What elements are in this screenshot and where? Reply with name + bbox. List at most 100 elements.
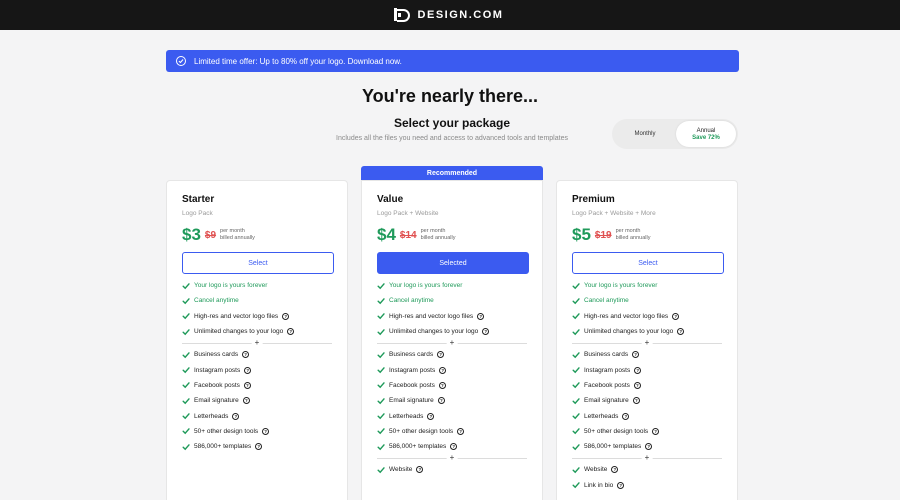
select-premium-button[interactable]: Select: [572, 252, 724, 274]
check-icon: [572, 328, 580, 336]
feature-item: Facebook posts?: [377, 378, 527, 393]
check-icon: [377, 366, 385, 374]
feature-item: Your logo is yours forever: [572, 278, 722, 293]
billing-option-monthly[interactable]: Monthly: [614, 121, 676, 147]
billing-note-line1: per month: [220, 228, 245, 235]
check-icon: [572, 427, 580, 435]
feature-divider: +: [572, 454, 722, 463]
feature-item: Unlimited changes to your logo?: [572, 324, 722, 339]
check-circle-icon: [176, 56, 186, 66]
feature-item: Instagram posts?: [182, 362, 332, 377]
plan-old-price: $19: [594, 229, 612, 241]
info-icon[interactable]: ?: [632, 397, 640, 405]
feature-label: Unlimited changes to your logo: [389, 328, 479, 336]
offer-banner[interactable]: Limited time offer: Up to 80% off your l…: [166, 50, 739, 72]
feature-item: High-res and vector logo files?: [572, 309, 722, 324]
billing-toggle[interactable]: Monthly Annual Save 72%: [612, 119, 738, 149]
info-icon[interactable]: ?: [437, 397, 445, 405]
info-icon[interactable]: ?: [622, 412, 630, 420]
info-icon[interactable]: ?: [438, 381, 446, 389]
info-icon[interactable]: ?: [437, 351, 445, 359]
check-icon: [572, 397, 580, 405]
feature-label: Link in bio: [584, 481, 614, 489]
feature-label: Email signature: [389, 397, 434, 405]
info-icon[interactable]: ?: [243, 381, 251, 389]
feature-item: Business cards?: [182, 347, 332, 362]
plan-price-row: $4 $14 per month billed annually: [377, 224, 527, 246]
plan-price: $3: [182, 225, 201, 244]
feature-item: 50+ other design tools?: [572, 424, 722, 439]
info-icon[interactable]: ?: [477, 312, 485, 320]
info-icon[interactable]: ?: [482, 328, 490, 336]
feature-label: Unlimited changes to your logo: [194, 328, 284, 336]
feature-label: Instagram posts: [584, 366, 631, 374]
check-icon: [182, 427, 190, 435]
feature-item: Instagram posts?: [377, 362, 527, 377]
feature-divider: +: [182, 339, 332, 348]
billing-option-annual-label: Annual: [696, 127, 716, 134]
billing-option-monthly-label: Monthly: [634, 131, 656, 137]
feature-label: Letterheads: [389, 412, 424, 420]
billing-note-line2: billed annually: [420, 235, 456, 241]
select-value-button[interactable]: Selected: [377, 252, 529, 274]
info-icon[interactable]: ?: [634, 366, 642, 374]
check-icon: [572, 412, 580, 420]
info-icon[interactable]: ?: [633, 381, 641, 389]
billing-option-annual[interactable]: Annual Save 72%: [676, 121, 736, 147]
feature-item: 586,000+ templates?: [572, 439, 722, 454]
info-icon[interactable]: ?: [632, 351, 640, 359]
info-icon[interactable]: ?: [450, 443, 458, 451]
feature-list: Your logo is yours forever Cancel anytime…: [182, 278, 332, 454]
info-icon[interactable]: ?: [439, 366, 447, 374]
feature-item: Your logo is yours forever: [182, 278, 332, 293]
feature-item: Email signature?: [377, 393, 527, 408]
feature-item: Email signature?: [182, 393, 332, 408]
check-icon: [572, 297, 580, 305]
feature-label: 586,000+ templates: [584, 443, 642, 451]
info-icon[interactable]: ?: [232, 412, 240, 420]
brand-logo[interactable]: DESIGN.COM: [393, 8, 504, 22]
check-icon: [182, 412, 190, 420]
info-icon[interactable]: ?: [652, 427, 660, 435]
check-icon: [182, 397, 190, 405]
design-logo-icon: [393, 8, 410, 22]
check-icon: [377, 412, 385, 420]
feature-item: Cancel anytime: [572, 293, 722, 308]
page-subtitle: Select your package: [393, 116, 511, 130]
info-icon[interactable]: ?: [427, 412, 435, 420]
info-icon[interactable]: ?: [242, 397, 250, 405]
info-icon[interactable]: ?: [244, 366, 252, 374]
plan-old-price: $9: [204, 229, 217, 241]
billing-note: per month billed annually: [220, 228, 255, 242]
feature-item: Website?: [572, 462, 722, 477]
feature-label: 50+ other design tools: [584, 427, 649, 435]
billing-note-line2: billed annually: [220, 235, 255, 241]
info-icon[interactable]: ?: [242, 351, 250, 359]
check-icon: [377, 312, 385, 320]
offer-banner-text: Limited time offer: Up to 80% off your l…: [194, 56, 402, 66]
info-icon[interactable]: ?: [617, 481, 625, 489]
feature-label: Email signature: [584, 397, 629, 405]
feature-label: Facebook posts: [584, 381, 630, 389]
plus-icon: +: [641, 339, 653, 348]
plus-icon: +: [641, 454, 653, 463]
info-icon[interactable]: ?: [255, 443, 263, 451]
select-starter-button[interactable]: Select: [182, 252, 334, 274]
info-icon[interactable]: ?: [457, 427, 465, 435]
plan-card-value: Value Logo Pack + Website $4 $14 per month bi…: [361, 180, 543, 500]
feature-divider: +: [572, 339, 722, 348]
info-icon[interactable]: ?: [282, 312, 290, 320]
plan-old-price: $14: [399, 229, 417, 241]
info-icon[interactable]: ?: [416, 466, 424, 474]
info-icon[interactable]: ?: [287, 328, 295, 336]
check-icon: [377, 282, 385, 290]
plan-name: Starter: [182, 194, 215, 205]
info-icon[interactable]: ?: [645, 443, 653, 451]
info-icon[interactable]: ?: [262, 427, 270, 435]
feature-label: Letterheads: [194, 412, 229, 420]
check-icon: [572, 282, 580, 290]
check-icon: [182, 282, 190, 290]
info-icon[interactable]: ?: [611, 466, 619, 474]
info-icon[interactable]: ?: [672, 312, 680, 320]
info-icon[interactable]: ?: [677, 328, 685, 336]
